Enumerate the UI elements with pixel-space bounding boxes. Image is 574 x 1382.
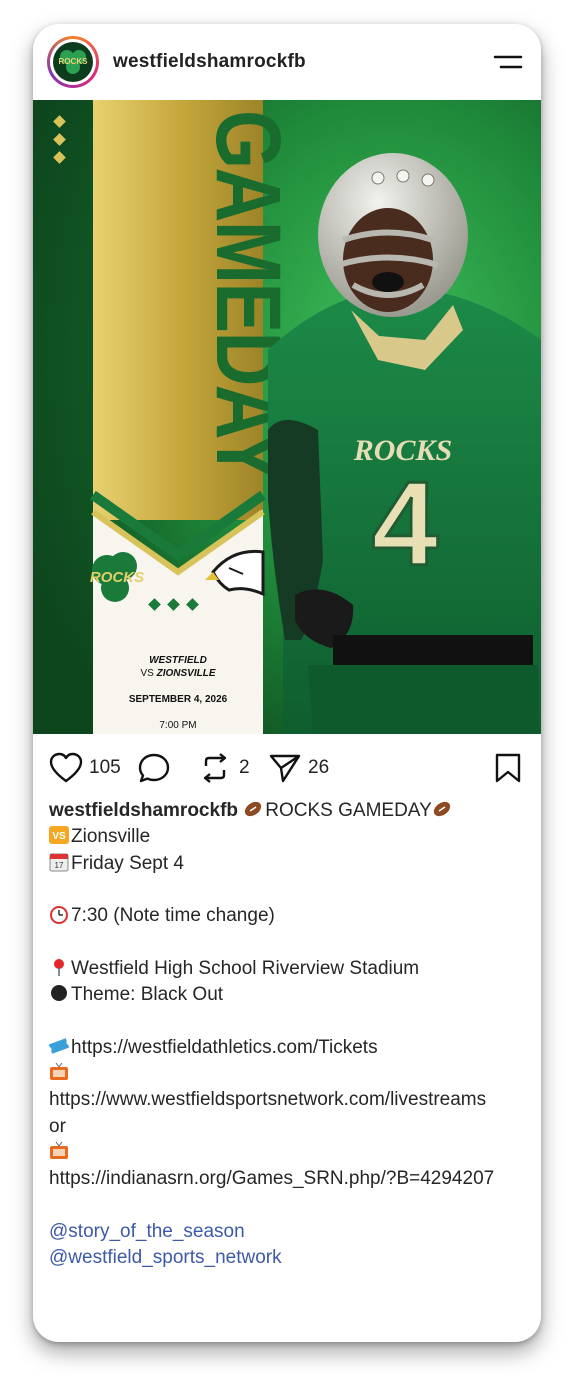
shamrock-logo: ROCKS: [53, 42, 93, 82]
tv-icon: [49, 1062, 69, 1082]
black-circle-icon: [49, 983, 69, 1003]
calendar-icon: 17: [49, 852, 69, 872]
share-count: 26: [308, 757, 330, 778]
pin-icon: [49, 957, 69, 977]
game-date: SEPTEMBER 4, 2026: [129, 694, 228, 705]
post-caption: westfieldshamrockfb ROCKS GAMEDAY VS Zion…: [48, 798, 529, 1271]
game-time: 7:00 PM: [159, 720, 196, 731]
bookmark-icon[interactable]: [493, 752, 523, 789]
avatar-text: ROCKS: [59, 57, 89, 66]
alarm-clock-icon: [49, 904, 69, 925]
caption-theme: Theme: Black Out: [71, 984, 224, 1006]
svg-text:ROCKS: ROCKS: [90, 569, 144, 586]
diamond-icons: [53, 115, 66, 164]
home-team: WESTFIELD: [149, 655, 207, 666]
caption-time: 7:30 (Note time change): [71, 905, 275, 927]
post-image[interactable]: GAMEDAY ROCKS WESTFIELD VS ZIONSVILLE SE…: [33, 100, 541, 734]
action-bar: 105 2 26: [33, 748, 541, 788]
svg-text:17: 17: [55, 861, 64, 870]
football-icon: [243, 799, 263, 819]
caption-username[interactable]: westfieldshamrockfb: [49, 800, 238, 821]
repost-count: 2: [239, 757, 250, 778]
ticket-icon: [48, 1036, 70, 1056]
caption-headline: ROCKS GAMEDAY: [265, 800, 432, 821]
caption-location: Westfield High School Riverview Stadium: [71, 957, 420, 979]
caption-date: Friday Sept 4: [71, 852, 184, 874]
caption-opponent: Zionsville: [71, 826, 151, 848]
like-count: 105: [89, 757, 121, 778]
clover-icon: ROCKS: [59, 50, 89, 74]
username[interactable]: westfieldshamrockfb: [113, 51, 306, 73]
repost-icon[interactable]: [198, 752, 232, 789]
avatar[interactable]: ROCKS: [47, 36, 99, 88]
instagram-post-card: ROCKS westfieldshamrockfb GAMEDAY ROCKS …: [33, 24, 541, 1342]
vs-badge-icon: VS: [49, 825, 69, 845]
away-team-line: VS ZIONSVILLE: [140, 668, 215, 679]
share-icon[interactable]: [268, 752, 302, 789]
svg-text:VS: VS: [52, 831, 66, 842]
jersey-number: 4: [372, 457, 439, 591]
post-header: ROCKS westfieldshamrockfb: [33, 24, 541, 100]
like-icon[interactable]: [49, 752, 83, 789]
tv-icon: [49, 1141, 69, 1161]
caption-or: or: [49, 1115, 66, 1137]
stream-link-1[interactable]: https://www.westfieldsportsnetwork.com/l…: [49, 1089, 486, 1110]
tickets-link[interactable]: https://westfieldathletics.com/Tickets: [71, 1037, 378, 1058]
matchup-diamonds: [148, 598, 199, 611]
stream-link-2[interactable]: https://indianasrn.org/Games_SRN.php/?B=…: [49, 1168, 494, 1189]
mention-westfield-sports-network[interactable]: @westfield_sports_network: [49, 1245, 529, 1271]
comment-icon[interactable]: [137, 752, 171, 789]
football-icon: [432, 799, 452, 819]
menu-icon[interactable]: [493, 52, 523, 72]
mention-story-of-the-season[interactable]: @story_of_the_season: [49, 1219, 529, 1245]
